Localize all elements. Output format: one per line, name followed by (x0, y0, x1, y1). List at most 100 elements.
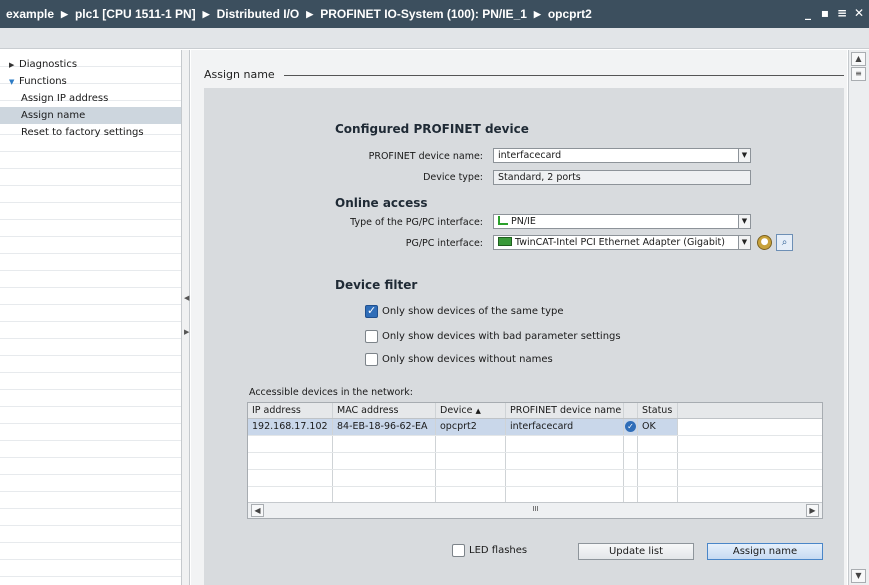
scroll-down-icon[interactable]: ▼ (851, 569, 866, 583)
sort-ascending-icon: ▲ (475, 407, 481, 415)
scroll-left-icon[interactable]: ◀ (251, 504, 264, 517)
assign-name-button[interactable]: Assign name (707, 543, 823, 560)
shield-status-icon[interactable]: ● (757, 235, 772, 250)
scroll-handle-icon[interactable]: ≡ (851, 67, 866, 81)
tile-icon[interactable]: ≡ (836, 6, 848, 20)
collapse-arrow-icon[interactable]: ▼ (9, 74, 19, 91)
breadcrumb-device[interactable]: opcprt2 (548, 7, 592, 21)
cell-ip: 192.168.17.102 (248, 419, 333, 435)
minimize-icon[interactable]: _ (802, 6, 814, 20)
iface-dropdown-icon[interactable]: ▼ (738, 235, 751, 250)
vertical-scrollbar[interactable]: ▲ ≡ ▼ (848, 50, 869, 585)
checkbox-icon[interactable] (365, 330, 378, 343)
expand-right-icon[interactable]: ▶ (184, 327, 189, 337)
nav-label: Reset to factory settings (21, 127, 144, 138)
expand-arrow-icon[interactable]: ▶ (9, 57, 19, 74)
nav-label: Assign IP address (21, 93, 109, 104)
filter-label: Only show devices with bad parameter set… (382, 331, 621, 342)
led-flashes-toggle[interactable]: LED flashes (452, 544, 527, 557)
scroll-up-icon[interactable]: ▲ (851, 52, 866, 66)
filter-same-type[interactable]: Only show devices of the same type (365, 304, 564, 318)
devices-caption: Accessible devices in the network: (249, 387, 413, 398)
section-title: Assign name (204, 68, 275, 81)
configured-device-heading: Configured PROFINET device (335, 122, 529, 136)
col-status[interactable]: Status (638, 403, 678, 418)
network-adapter-icon (498, 237, 512, 246)
led-label: LED flashes (469, 545, 528, 556)
table-header: IP address MAC address Device ▲ PROFINET… (248, 403, 822, 419)
cell-filler (678, 419, 822, 435)
scroll-thumb-grip[interactable]: III (529, 504, 542, 517)
checkbox-icon[interactable] (452, 544, 465, 557)
breadcrumb-separator-icon: ▶ (202, 8, 210, 19)
device-name-dropdown-icon[interactable]: ▼ (738, 148, 751, 163)
section-divider (284, 75, 844, 76)
breadcrumb-separator-icon: ▶ (306, 8, 314, 19)
breadcrumb-distributed-io[interactable]: Distributed I/O (217, 7, 300, 21)
table-row[interactable]: 192.168.17.102 84-EB-18-96-62-EA opcprt2… (248, 419, 822, 436)
title-bar: example ▶ plc1 [CPU 1511-1 PN] ▶ Distrib… (0, 0, 869, 28)
ok-check-icon: ✓ (625, 421, 636, 432)
window-controls: _ ▪ ≡ ✕ (802, 6, 865, 20)
cell-mac: 84-EB-18-96-62-EA (333, 419, 436, 435)
col-pn-name[interactable]: PROFINET device name (506, 403, 624, 418)
device-filter-heading: Device filter (335, 278, 418, 292)
cell-status: OK (638, 419, 678, 435)
iface-type-combo[interactable]: PN/IE (493, 214, 739, 229)
checkbox-checked-icon[interactable] (365, 304, 378, 318)
filter-bad-params[interactable]: Only show devices with bad parameter set… (365, 330, 621, 343)
scroll-right-icon[interactable]: ▶ (806, 504, 819, 517)
checkbox-icon[interactable] (365, 353, 378, 366)
table-row-empty (248, 436, 822, 453)
breadcrumb-io-system[interactable]: PROFINET IO-System (100): PN/IE_1 (320, 7, 527, 21)
pane-splitter[interactable]: ◀ ▶ (182, 50, 190, 585)
col-ip-address[interactable]: IP address (248, 403, 333, 418)
col-status-icon[interactable] (624, 403, 638, 418)
col-filler (678, 403, 822, 418)
table-row-empty (248, 470, 822, 487)
col-mac-address[interactable]: MAC address (333, 403, 436, 418)
diagnostics-search-icon[interactable]: ⌕ (776, 234, 793, 251)
nav-item-assign-name[interactable]: Assign name (0, 107, 181, 124)
iface-label: PG/PC interface: (405, 238, 483, 249)
iface-type-value: PN/IE (511, 216, 536, 227)
cell-device: opcprt2 (436, 419, 506, 435)
nav-item-reset-factory[interactable]: Reset to factory settings (0, 124, 181, 141)
device-type-field: Standard, 2 ports (493, 170, 751, 185)
nav-item-assign-ip[interactable]: Assign IP address (0, 90, 181, 107)
iface-value: TwinCAT-Intel PCI Ethernet Adapter (Giga… (515, 237, 725, 248)
breadcrumb-plc[interactable]: plc1 [CPU 1511-1 PN] (75, 7, 196, 21)
accessible-devices-table: IP address MAC address Device ▲ PROFINET… (247, 402, 823, 519)
nav-item-functions[interactable]: ▼ Functions (0, 73, 181, 90)
collapse-left-icon[interactable]: ◀ (184, 293, 189, 303)
cell-status-icon: ✓ (624, 419, 638, 435)
nav-label: Functions (19, 76, 67, 87)
filter-label: Only show devices of the same type (382, 306, 564, 317)
iface-type-dropdown-icon[interactable]: ▼ (738, 214, 751, 229)
restore-icon[interactable]: ▪ (819, 6, 831, 20)
device-name-label: PROFINET device name: (368, 151, 483, 162)
toolbar-strip (0, 28, 869, 49)
iface-type-label: Type of the PG/PC interface: (350, 217, 483, 228)
nav-item-diagnostics[interactable]: ▶ Diagnostics (0, 56, 181, 73)
breadcrumb-separator-icon: ▶ (533, 8, 541, 19)
col-device-label: Device (440, 405, 473, 416)
cell-pn-name: interfacecard (506, 419, 624, 435)
nav-label: Assign name (21, 110, 86, 121)
horizontal-scrollbar[interactable]: ◀ III ▶ (248, 502, 822, 518)
breadcrumb-separator-icon: ▶ (61, 8, 68, 19)
breadcrumb-project[interactable]: example (6, 7, 54, 21)
col-device[interactable]: Device ▲ (436, 403, 506, 418)
filter-label: Only show devices without names (382, 354, 553, 365)
iface-combo[interactable]: TwinCAT-Intel PCI Ethernet Adapter (Giga… (493, 235, 739, 250)
close-icon[interactable]: ✕ (853, 6, 865, 20)
update-list-button[interactable]: Update list (578, 543, 694, 560)
filter-without-names[interactable]: Only show devices without names (365, 353, 553, 366)
device-name-combo[interactable]: interfacecard (493, 148, 739, 163)
device-type-label: Device type: (423, 172, 483, 183)
pn-ie-icon (498, 216, 508, 225)
function-navigation: ▶ Diagnostics ▼ Functions Assign IP addres… (0, 50, 182, 585)
table-row-empty (248, 453, 822, 470)
nav-label: Diagnostics (19, 59, 78, 70)
online-access-heading: Online access (335, 196, 428, 210)
